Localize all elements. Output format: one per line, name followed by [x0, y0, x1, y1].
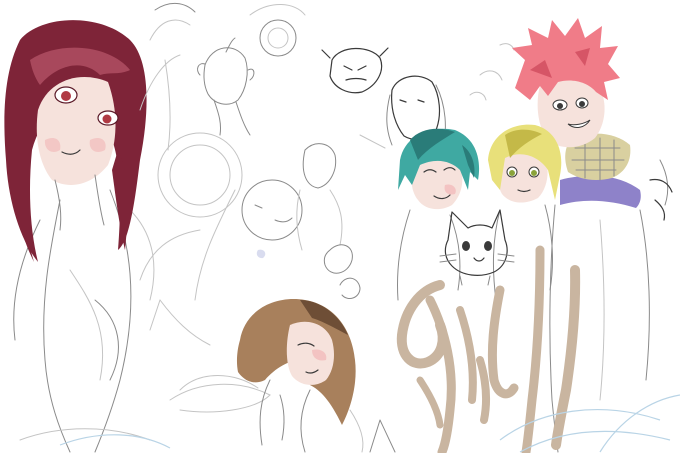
red-haired-girl: [4, 20, 155, 453]
white-cat: [439, 209, 515, 286]
sketch-artwork: [4, 3, 680, 453]
sketch-canvas: [0, 0, 680, 453]
blue-sketch-curves: [59, 394, 680, 453]
tan-guide-strokes: [396, 245, 581, 453]
brown-haired-girl: [236, 299, 396, 453]
